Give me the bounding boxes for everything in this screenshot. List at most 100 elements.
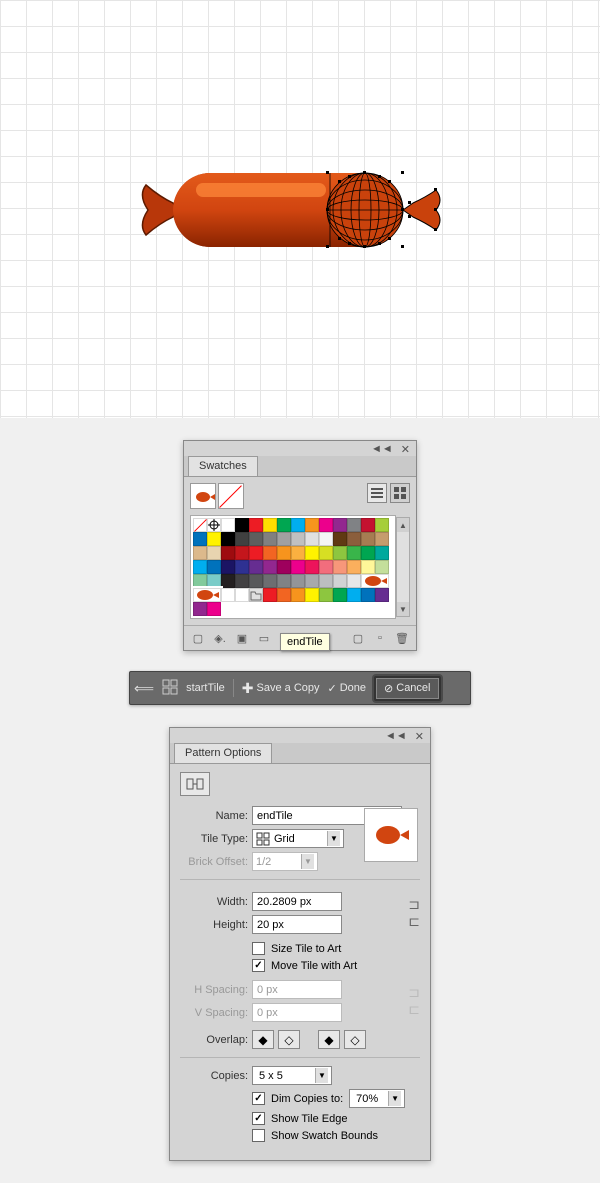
swatch-item[interactable] bbox=[333, 546, 347, 560]
pattern-options-tab[interactable]: Pattern Options bbox=[174, 743, 272, 763]
height-input[interactable] bbox=[252, 915, 342, 934]
swatch-item[interactable] bbox=[347, 532, 361, 546]
swatch-item[interactable] bbox=[207, 560, 221, 574]
size-to-art-checkbox[interactable] bbox=[252, 942, 265, 955]
swatch-item[interactable] bbox=[249, 546, 263, 560]
swatch-item[interactable] bbox=[277, 532, 291, 546]
swatch-item[interactable] bbox=[291, 532, 305, 546]
scroll-down-icon[interactable]: ▼ bbox=[397, 602, 409, 616]
swatch-item[interactable] bbox=[193, 574, 207, 588]
swatch-item[interactable] bbox=[375, 588, 389, 602]
swatches-tab[interactable]: Swatches bbox=[188, 456, 258, 476]
cancel-button[interactable]: ⊘Cancel bbox=[374, 676, 440, 701]
panel-close-icon[interactable]: ✕ bbox=[415, 730, 424, 743]
swatch-item[interactable] bbox=[193, 560, 207, 574]
swatch-item[interactable] bbox=[249, 560, 263, 574]
canvas-artboard[interactable] bbox=[0, 0, 600, 418]
swatch-item[interactable] bbox=[291, 574, 305, 588]
swatch-item[interactable] bbox=[263, 560, 277, 574]
swatch-item[interactable] bbox=[263, 532, 277, 546]
swatch-item[interactable] bbox=[361, 546, 375, 560]
dim-copies-checkbox[interactable] bbox=[252, 1092, 265, 1105]
swatch-item[interactable] bbox=[305, 532, 319, 546]
swatch-item[interactable] bbox=[235, 574, 249, 588]
swatch-options-icon[interactable]: ▣ bbox=[234, 630, 250, 646]
swatch-item[interactable] bbox=[319, 588, 333, 602]
swatch-item[interactable] bbox=[207, 546, 221, 560]
swatch-item[interactable] bbox=[305, 518, 319, 532]
grid-view-icon[interactable] bbox=[390, 483, 410, 503]
pattern-tile-tool-icon[interactable] bbox=[180, 772, 210, 796]
swatch-item[interactable] bbox=[277, 560, 291, 574]
swatch-item[interactable] bbox=[221, 546, 235, 560]
dim-copies-select[interactable]: 70% ▼ bbox=[349, 1089, 405, 1108]
swatch-item[interactable] bbox=[277, 546, 291, 560]
swatch-item[interactable] bbox=[277, 518, 291, 532]
swatch-item[interactable] bbox=[221, 574, 235, 588]
swatch-item[interactable] bbox=[305, 588, 319, 602]
tile-type-select[interactable]: Grid ▼ bbox=[252, 829, 344, 848]
swatch-item[interactable] bbox=[319, 532, 333, 546]
swatch-item[interactable] bbox=[221, 532, 235, 546]
swatch-item[interactable] bbox=[319, 546, 333, 560]
width-input[interactable] bbox=[252, 892, 342, 911]
swatch-item[interactable] bbox=[375, 518, 389, 532]
show-bounds-checkbox[interactable] bbox=[252, 1129, 265, 1142]
swatch-grid[interactable] bbox=[190, 515, 396, 619]
swatch-item[interactable] bbox=[333, 574, 347, 588]
swatch-item[interactable] bbox=[193, 518, 207, 532]
panel-menu-icon[interactable]: ◄◄ bbox=[385, 730, 407, 743]
move-with-art-checkbox[interactable] bbox=[252, 959, 265, 972]
swatch-item[interactable] bbox=[319, 574, 333, 588]
swatch-item[interactable] bbox=[235, 560, 249, 574]
swatch-item[interactable] bbox=[305, 560, 319, 574]
swatch-item[interactable] bbox=[235, 588, 249, 602]
show-edge-checkbox[interactable] bbox=[252, 1112, 265, 1125]
copies-select[interactable]: 5 x 5 ▼ bbox=[252, 1066, 332, 1085]
overlap-left-icon[interactable]: ◆ bbox=[252, 1030, 274, 1049]
swatch-item[interactable] bbox=[361, 588, 375, 602]
swatch-item[interactable] bbox=[347, 574, 361, 588]
swatch-item[interactable] bbox=[207, 518, 221, 532]
swatch-item[interactable] bbox=[193, 532, 207, 546]
save-copy-button[interactable]: ✚Save a Copy bbox=[242, 680, 320, 697]
list-view-icon[interactable] bbox=[367, 483, 387, 503]
scroll-up-icon[interactable]: ▲ bbox=[397, 518, 409, 532]
swatch-item[interactable] bbox=[249, 574, 263, 588]
swatch-item[interactable] bbox=[207, 602, 221, 616]
swatch-item[interactable] bbox=[263, 588, 277, 602]
swatch-kinds-icon[interactable]: ◈. bbox=[212, 630, 228, 646]
swatch-item[interactable] bbox=[375, 532, 389, 546]
current-swatch[interactable] bbox=[190, 483, 244, 509]
swatch-item[interactable] bbox=[235, 518, 249, 532]
swatch-item[interactable] bbox=[347, 588, 361, 602]
swatch-item[interactable] bbox=[333, 588, 347, 602]
swatch-item[interactable] bbox=[347, 560, 361, 574]
panel-close-icon[interactable]: ✕ bbox=[401, 443, 410, 456]
swatch-item[interactable] bbox=[291, 518, 305, 532]
swatch-item[interactable] bbox=[375, 546, 389, 560]
swatch-item[interactable] bbox=[319, 560, 333, 574]
new-swatch-icon[interactable]: ▫ bbox=[372, 630, 388, 646]
swatch-item[interactable] bbox=[319, 518, 333, 532]
swatch-item[interactable] bbox=[361, 560, 375, 574]
swatch-item[interactable] bbox=[291, 546, 305, 560]
swatch-item[interactable] bbox=[347, 546, 361, 560]
overlap-top-icon[interactable]: ◆ bbox=[318, 1030, 340, 1049]
swatch-item[interactable] bbox=[249, 518, 263, 532]
done-button[interactable]: ✓Done bbox=[328, 682, 367, 695]
swatch-item[interactable] bbox=[361, 532, 375, 546]
swatch-item[interactable] bbox=[291, 560, 305, 574]
swatch-item[interactable] bbox=[277, 574, 291, 588]
swatch-item[interactable] bbox=[249, 588, 263, 602]
swatch-item[interactable] bbox=[221, 518, 235, 532]
overlap-right-icon[interactable]: ◇ bbox=[278, 1030, 300, 1049]
swatch-item[interactable] bbox=[305, 574, 319, 588]
swatch-libraries-icon[interactable]: ▢ bbox=[190, 630, 206, 646]
back-arrow-icon[interactable]: ⟸ bbox=[134, 680, 154, 697]
new-color-group-icon[interactable]: ▭ bbox=[256, 630, 272, 646]
scrollbar[interactable]: ▲ ▼ bbox=[396, 517, 410, 617]
swatch-item[interactable] bbox=[207, 574, 221, 588]
overlap-bottom-icon[interactable]: ◇ bbox=[344, 1030, 366, 1049]
panel-menu-icon[interactable]: ◄◄ bbox=[371, 443, 393, 456]
